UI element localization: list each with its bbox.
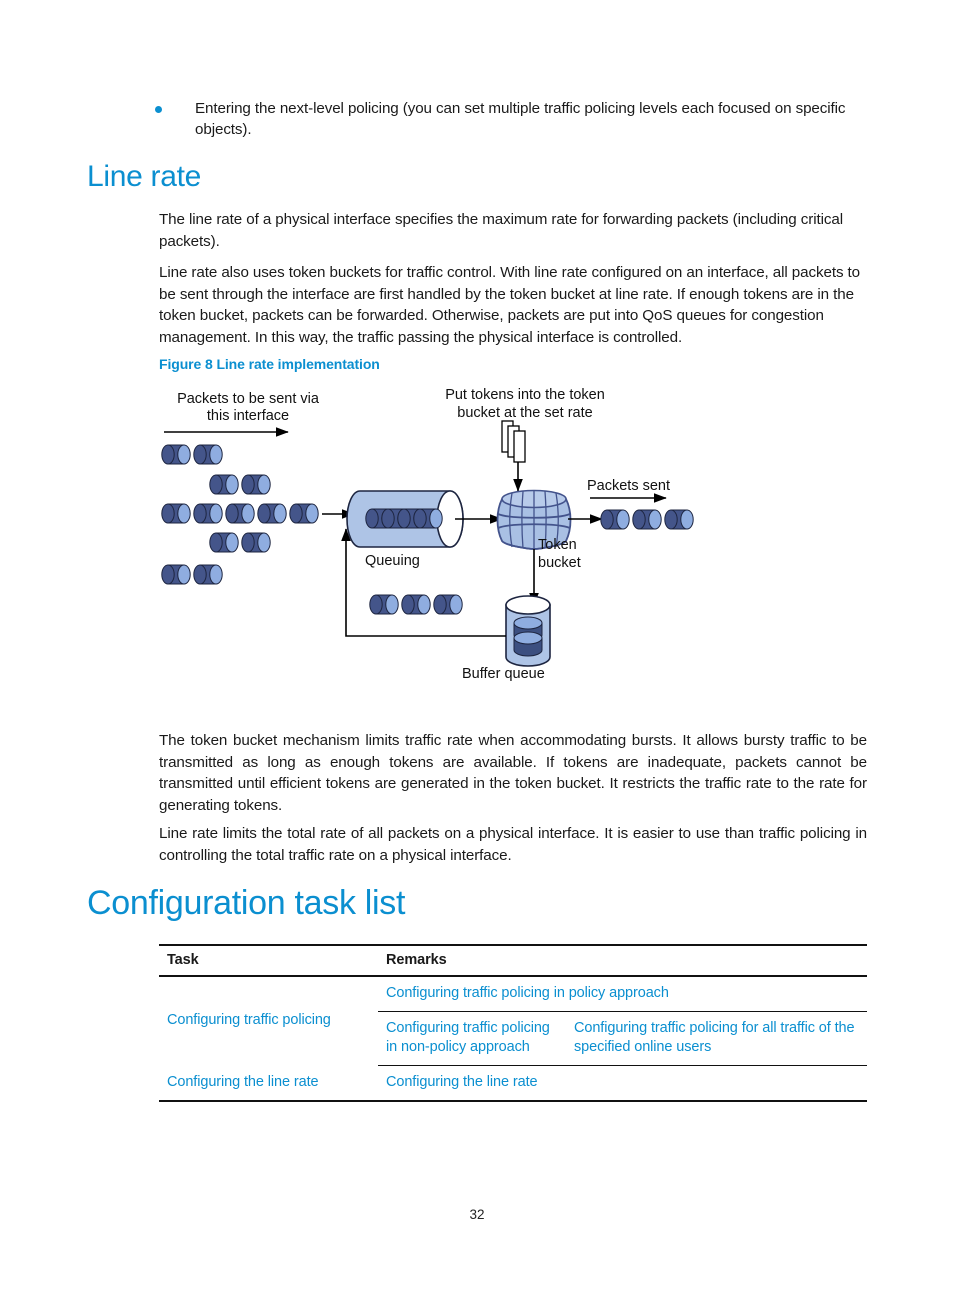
requeued-packets-group	[369, 594, 463, 615]
table-cell-remark-policy-approach[interactable]: Configuring traffic policing in policy a…	[378, 976, 867, 1012]
table-cell-remark-online-users[interactable]: Configuring traffic policing for all tra…	[566, 1011, 867, 1066]
table-header-task: Task	[159, 944, 378, 977]
configuration-task-table: Task Remarks Configuring traffic policin…	[159, 944, 867, 1102]
table-cell-task-line-rate[interactable]: Configuring the line rate	[159, 1065, 378, 1102]
label-put-tokens-line2: bucket at the set rate	[457, 405, 593, 421]
table-row: Configuring traffic policing Configuring…	[159, 976, 867, 1028]
bullet-item-text: Entering the next-level policing (you ca…	[195, 100, 846, 138]
label-packets-line1: Packets to be sent via	[177, 391, 319, 407]
label-packets-line2: this interface	[206, 408, 290, 424]
label-put-tokens: Put tokens into the token bucket at the …	[435, 386, 615, 422]
label-queuing: Queuing	[365, 553, 420, 569]
table-cell-remark-nonpolicy-approach[interactable]: Configuring traffic policing in non-poli…	[378, 1011, 566, 1066]
line-rate-diagram-svg	[161, 420, 694, 667]
bullet-dot-icon	[155, 106, 162, 113]
table-row: Configuring the line rate Configuring th…	[159, 1065, 867, 1102]
figure-caption: Figure 8 Line rate implementation	[159, 356, 380, 372]
label-packets-to-be-sent: Packets to be sent via this interface	[168, 391, 328, 425]
document-page: Entering the next-level policing (you ca…	[0, 0, 954, 1296]
queuing-cylinder	[346, 490, 464, 548]
label-token-bucket-line2: bucket	[538, 555, 581, 571]
label-packets-sent: Packets sent	[587, 478, 671, 494]
label-token-bucket: Token bucket	[538, 536, 598, 572]
label-put-tokens-line1: Put tokens into the token	[445, 387, 605, 403]
bullet-list-item: Entering the next-level policing (you ca…	[155, 98, 867, 140]
figure-line-rate-implementation: Packets to be sent via this interface Pu…	[150, 383, 710, 698]
page-number: 32	[469, 1207, 485, 1222]
table-cell-remark-line-rate[interactable]: Configuring the line rate	[378, 1065, 867, 1102]
label-buffer-queue: Buffer queue	[462, 666, 545, 682]
buffer-queue-cylinder	[505, 595, 551, 667]
label-token-bucket-line1: Token	[538, 537, 577, 553]
paragraph-token-bucket-usage: Line rate also uses token buckets for tr…	[159, 264, 861, 346]
outgoing-packets-group	[600, 509, 694, 530]
heading-line-rate: Line rate	[87, 160, 202, 193]
paragraph-token-bucket-mechanism: The token bucket mechanism limits traffi…	[159, 732, 867, 814]
incoming-packets-group	[161, 444, 319, 585]
table-cell-task-traffic-policing[interactable]: Configuring traffic policing	[159, 976, 378, 1066]
paragraph-line-rate-definition: The line rate of a physical interface sp…	[159, 211, 844, 250]
paragraph-line-rate-limits: Line rate limits the total rate of all p…	[159, 825, 867, 864]
heading-configuration-task-list: Configuration task list	[87, 884, 406, 922]
token-sheets-group	[501, 420, 526, 463]
table-header-row: Task Remarks	[159, 944, 867, 977]
table-header-remarks: Remarks	[378, 944, 867, 977]
